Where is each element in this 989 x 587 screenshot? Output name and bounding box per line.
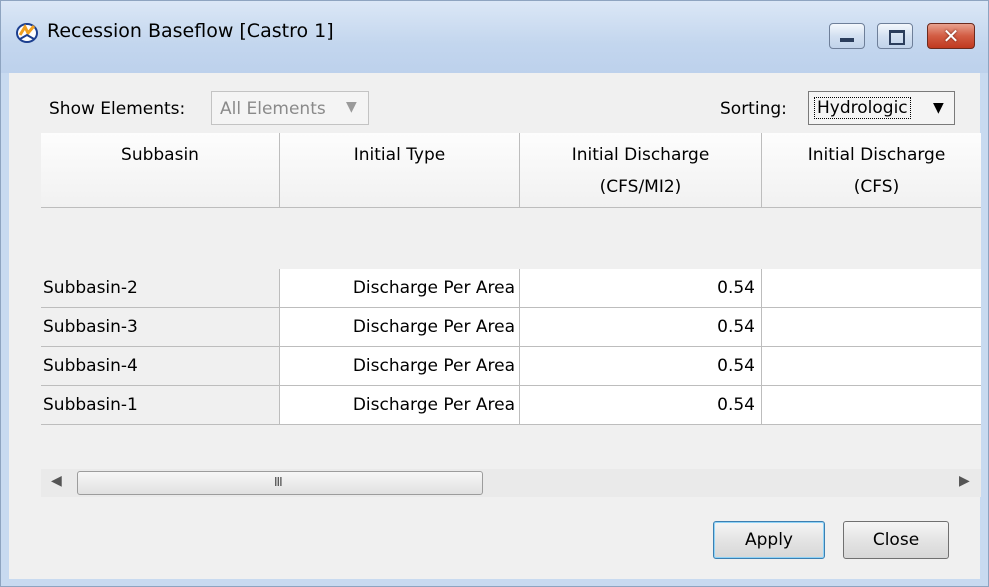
- horizontal-scrollbar[interactable]: ◀ III ▶: [41, 469, 981, 497]
- subbasin-cell: Subbasin-1: [41, 386, 280, 425]
- table-row[interactable]: Subbasin-1 Discharge Per Area 0.54: [41, 386, 981, 425]
- close-button[interactable]: Close: [843, 521, 949, 559]
- discharge-per-area-cell[interactable]: 0.54: [520, 386, 762, 425]
- show-elements-value: All Elements: [220, 99, 326, 119]
- close-window-button[interactable]: ✕: [927, 23, 975, 49]
- minimize-button[interactable]: [829, 23, 865, 49]
- discharge-cell[interactable]: [762, 347, 981, 386]
- discharge-per-area-cell[interactable]: 0.54: [520, 347, 762, 386]
- show-elements-select[interactable]: All Elements ▼: [211, 91, 369, 125]
- table-row[interactable]: Subbasin-4 Discharge Per Area 0.54: [41, 347, 981, 386]
- initial-type-cell[interactable]: Discharge Per Area: [280, 347, 520, 386]
- sorting-select[interactable]: Hydrologic ▼: [808, 91, 955, 125]
- scroll-left-icon[interactable]: ◀: [51, 473, 62, 489]
- maximize-button[interactable]: [877, 23, 913, 49]
- title-bar[interactable]: Recession Baseflow [Castro 1] ✕: [1, 1, 988, 73]
- baseflow-table: Subbasin Initial Type Initial Discharge …: [41, 133, 981, 469]
- table-row[interactable]: Subbasin-2 Discharge Per Area 0.54: [41, 269, 981, 308]
- sorting-value: Hydrologic: [814, 97, 911, 119]
- discharge-per-area-cell[interactable]: 0.54: [520, 308, 762, 347]
- subbasin-cell: Subbasin-4: [41, 347, 280, 386]
- chevron-down-icon: ▼: [933, 100, 944, 116]
- discharge-cell[interactable]: [762, 269, 981, 308]
- window-title: Recession Baseflow [Castro 1]: [47, 20, 334, 42]
- close-icon: ✕: [942, 24, 960, 48]
- column-header-initial-discharge[interactable]: Initial Discharge (CFS): [762, 133, 981, 208]
- table-row[interactable]: Subbasin-3 Discharge Per Area 0.54: [41, 308, 981, 347]
- dialog-body: Show Elements: All Elements ▼ Sorting: H…: [9, 73, 981, 579]
- discharge-cell[interactable]: [762, 386, 981, 425]
- initial-type-cell[interactable]: Discharge Per Area: [280, 269, 520, 308]
- initial-type-cell[interactable]: Discharge Per Area: [280, 308, 520, 347]
- subbasin-cell: Subbasin-2: [41, 269, 280, 308]
- hec-hms-app-icon: [16, 23, 38, 43]
- scroll-right-icon[interactable]: ▶: [959, 473, 970, 489]
- column-header-subbasin[interactable]: Subbasin: [41, 133, 280, 208]
- column-header-initial-discharge-per-area[interactable]: Initial Discharge (CFS/MI2): [520, 133, 762, 208]
- maximize-icon: [889, 30, 905, 45]
- minimize-icon: [840, 38, 854, 42]
- apply-button[interactable]: Apply: [713, 521, 825, 559]
- initial-type-cell[interactable]: Discharge Per Area: [280, 386, 520, 425]
- discharge-per-area-cell[interactable]: 0.54: [520, 269, 762, 308]
- chevron-down-icon: ▼: [346, 99, 357, 115]
- subbasin-cell: Subbasin-3: [41, 308, 280, 347]
- table-header: Subbasin Initial Type Initial Discharge …: [41, 133, 981, 209]
- show-elements-label: Show Elements:: [49, 99, 186, 119]
- column-header-initial-type[interactable]: Initial Type: [280, 133, 520, 208]
- sorting-label: Sorting:: [720, 99, 787, 119]
- scrollbar-grip: III: [274, 475, 283, 489]
- discharge-cell[interactable]: [762, 308, 981, 347]
- recession-baseflow-window: Recession Baseflow [Castro 1] ✕ Show Ele…: [0, 0, 989, 587]
- scrollbar-thumb[interactable]: III: [77, 471, 483, 495]
